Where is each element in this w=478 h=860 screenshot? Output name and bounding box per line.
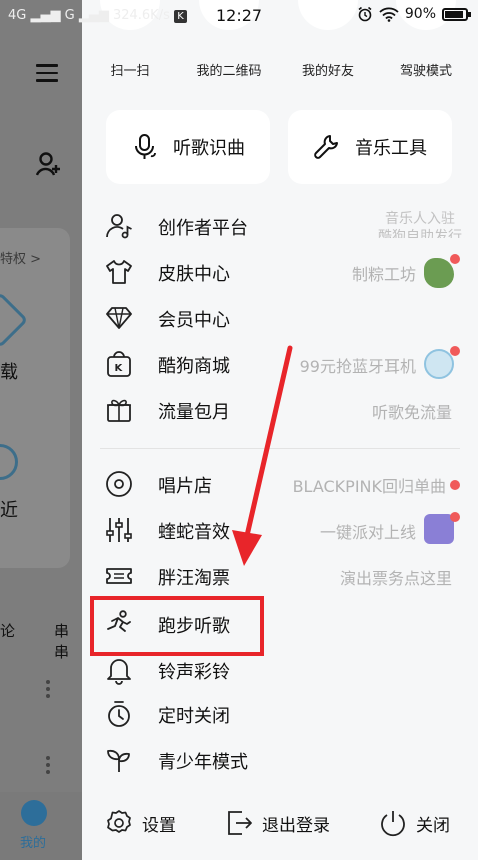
bell-icon [107, 659, 131, 685]
battery-icon [442, 7, 471, 21]
clock: 12:27 [216, 6, 263, 25]
add-friend-icon[interactable] [36, 150, 62, 178]
power-icon [381, 811, 405, 837]
creator-icon [106, 214, 132, 239]
music-tools-button[interactable]: 音乐工具 [288, 110, 452, 184]
more-dots-icon[interactable] [46, 680, 50, 701]
battery-percent: 90% [404, 6, 436, 22]
sprout-icon [107, 749, 130, 772]
song-recognition-label: 听歌识曲 [173, 138, 245, 159]
status-bar: 4G ▂▄▆ G ▂▄▆ 324.6K/s K 12:27 90% [0, 0, 478, 34]
menu-item-teen-mode[interactable]: 青少年模式 [100, 740, 460, 780]
menu-item-data-plan[interactable]: 流量包月 听歌免流量 [100, 390, 460, 430]
menu-label: 定时关闭 [158, 706, 230, 727]
network-speed: 324.6K/s [112, 8, 170, 23]
wrench-icon [314, 135, 338, 159]
recent-label[interactable]: 近 [0, 496, 18, 522]
music-tools-label: 音乐工具 [355, 138, 427, 159]
menu-label: 会员中心 [158, 310, 230, 331]
menu-hint: 一键派对上线 [319, 523, 416, 542]
logout-label: 退出登录 [262, 815, 330, 836]
menu-label: 皮肤中心 [158, 264, 230, 285]
quick-label: 我的好友 [301, 64, 354, 79]
menu-hint: 听歌免流量 [371, 403, 452, 422]
signal-text-2: G [64, 8, 75, 23]
logout-icon [228, 811, 252, 835]
notification-dot [450, 480, 460, 490]
gear-icon [107, 810, 131, 833]
notification-dot [450, 346, 460, 356]
signal-icon-2: ▂▄▆ [74, 8, 113, 23]
ticket-icon [106, 568, 132, 584]
microphone-icon [135, 134, 156, 159]
logout-button[interactable]: 退出登录 [224, 806, 330, 840]
menu-divider [100, 448, 460, 449]
bottom-nav: 我的 [0, 792, 82, 860]
side-drawer: 扫一扫 我的二维码 我的好友 驾驶模式 听歌识曲 音乐工具 音乐人入驻 酷狗自助… [82, 0, 478, 860]
settings-label: 设置 [142, 815, 176, 836]
menu-item-vip-center[interactable]: 会员中心 [100, 298, 460, 338]
menu-item-sleep-timer[interactable]: 定时关闭 [100, 694, 460, 734]
signal-icon: ▂▄▆ [26, 8, 65, 23]
hamburger-menu-icon[interactable] [36, 64, 58, 82]
menu-item-kugou-mall[interactable]: K 酷狗商城 99元抢蓝牙耳机 [100, 344, 460, 384]
menu-item-ticketing[interactable]: 胖汪淘票 演出票务点这里 [100, 556, 460, 596]
notification-dot [450, 254, 460, 264]
menu-hint: BLACKPINK回归单曲 [292, 477, 446, 496]
quick-label: 驾驶模式 [399, 64, 452, 79]
background-tab-1[interactable]: 论 [0, 620, 15, 641]
gift-icon [107, 399, 131, 422]
signal-text: 4G [8, 8, 27, 23]
status-right: 90% [357, 6, 471, 22]
earbuds-thumbnail [424, 349, 454, 379]
shopping-bag-icon: K [107, 351, 131, 377]
close-app-label: 关闭 [416, 815, 450, 836]
app-notification-icon: K [174, 10, 188, 23]
menu-label: 蝰蛇音效 [158, 522, 230, 543]
song-recognition-button[interactable]: 听歌识曲 [106, 110, 270, 184]
menu-item-viper-sound[interactable]: 蝰蛇音效 一键派对上线 [100, 510, 460, 550]
menu-label: 胖汪淘票 [158, 568, 230, 589]
menu-hint: 制粽工坊 [351, 265, 416, 284]
menu-item-ringtone[interactable]: 铃声彩铃 [100, 650, 460, 690]
download-label[interactable]: 载 [0, 358, 18, 384]
menu-hint: 演出票务点这里 [339, 569, 452, 588]
menu-label: 唱片店 [158, 476, 212, 497]
highlight-box [90, 596, 264, 656]
timer-icon [108, 701, 130, 727]
status-left: 4G ▂▄▆ G ▂▄▆ 324.6K/s K [8, 8, 188, 23]
notification-dot [450, 512, 460, 522]
settings-button[interactable]: 设置 [104, 806, 176, 840]
background-tab-2[interactable]: 串串 [54, 620, 82, 662]
quick-label: 扫一扫 [110, 64, 150, 79]
quick-label: 我的二维码 [196, 64, 262, 79]
background-page[interactable]: 特权 > 载 近 论 串串 我的 [0, 0, 82, 860]
vinyl-disc-icon [106, 471, 132, 497]
menu-label: 铃声彩铃 [158, 662, 230, 683]
more-dots-icon[interactable] [46, 756, 50, 777]
menu-item-record-store[interactable]: 唱片店 BLACKPINK回归单曲 [100, 464, 460, 504]
close-app-button[interactable]: 关闭 [378, 806, 450, 840]
menu-label: 流量包月 [158, 402, 230, 423]
equalizer-icon [106, 518, 132, 542]
menu-item-creator-platform[interactable]: 创作者平台 [100, 206, 460, 246]
wifi-icon [379, 7, 399, 22]
menu-label: 青少年模式 [158, 752, 248, 773]
menu-hint: 99元抢蓝牙耳机 [299, 357, 416, 376]
nav-my-label[interactable]: 我的 [20, 832, 46, 851]
menu-label: 酷狗商城 [158, 356, 230, 377]
menu-item-skin-center[interactable]: 皮肤中心 制粽工坊 [100, 252, 460, 292]
alarm-icon [358, 6, 372, 22]
privilege-link[interactable]: 特权 > [0, 248, 41, 267]
menu-label: 创作者平台 [158, 218, 248, 239]
profile-icon[interactable] [21, 800, 47, 826]
tshirt-icon [106, 260, 132, 284]
zongzi-thumbnail [424, 258, 454, 288]
diamond-icon [106, 307, 132, 329]
svg-text:K: K [115, 363, 124, 374]
drawer-bottom-bar: 设置 退出登录 关闭 [82, 790, 478, 860]
